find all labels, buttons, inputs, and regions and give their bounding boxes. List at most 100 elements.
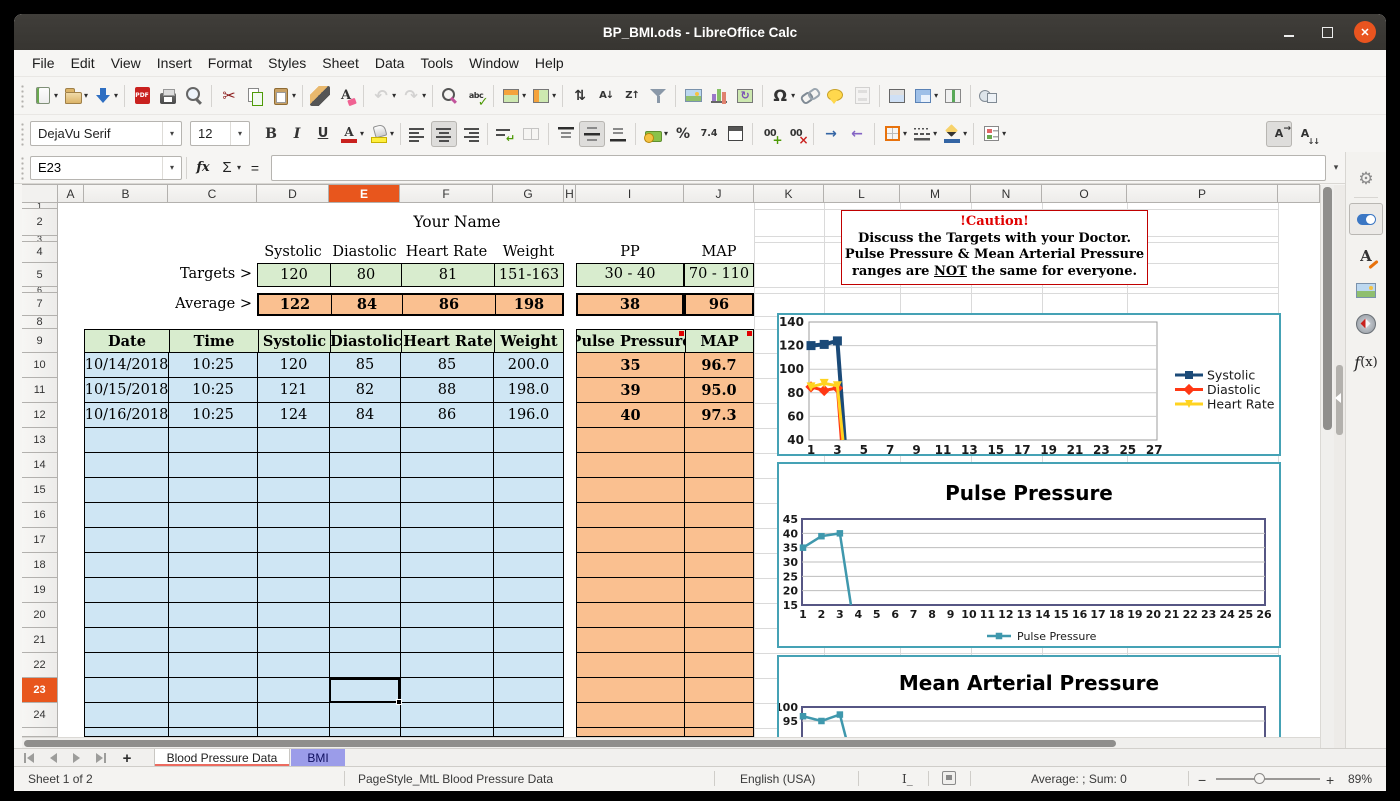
cell-C14[interactable] [169, 453, 258, 477]
cell-D9[interactable]: Systolic [258, 330, 330, 352]
row-header-11[interactable]: 11 [22, 378, 58, 403]
row-header-10[interactable]: 10 [22, 353, 58, 378]
cell-F13[interactable] [401, 428, 494, 452]
row-header-19[interactable]: 19 [22, 578, 58, 603]
cell-C21[interactable] [169, 628, 258, 652]
cell-E18[interactable] [330, 553, 401, 577]
dropdown-arrow[interactable]: ▾ [552, 91, 556, 100]
cell-E17[interactable] [330, 528, 401, 552]
cell-D16[interactable] [258, 503, 330, 527]
sidebar-properties-icon[interactable] [1349, 203, 1383, 235]
cell-G9[interactable]: Weight [494, 330, 563, 352]
text-direction-ltr-button[interactable]: A [1266, 121, 1292, 147]
cell-C22[interactable] [169, 653, 258, 677]
cell-D14[interactable] [258, 453, 330, 477]
sort-ascending-button[interactable]: A↓ [593, 83, 619, 109]
next-sheet-button[interactable] [68, 751, 86, 765]
dropdown-arrow[interactable]: ▾ [934, 91, 938, 100]
special-character-button[interactable]: Ω [767, 83, 793, 109]
cell-B22[interactable] [85, 653, 169, 677]
cell-B24[interactable] [85, 703, 169, 727]
cell-G17[interactable] [494, 528, 563, 552]
cell-B23[interactable] [85, 678, 169, 702]
column-header-O[interactable]: O [1042, 185, 1127, 203]
sort-button[interactable]: ⇅ [567, 83, 593, 109]
cell-I23[interactable] [577, 678, 685, 702]
cell-G25[interactable] [494, 728, 563, 736]
toolbar-grip[interactable] [20, 156, 25, 180]
cell-B18[interactable] [85, 553, 169, 577]
cell-J14[interactable] [685, 453, 753, 477]
cell-F24[interactable] [401, 703, 494, 727]
zoom-slider-handle[interactable] [1254, 773, 1265, 784]
cell-G12[interactable]: 196.0 [494, 403, 563, 427]
sidebar-gallery-icon[interactable] [1350, 277, 1382, 303]
menu-data[interactable]: Data [367, 52, 413, 74]
cell-C19[interactable] [169, 578, 258, 602]
cell-I13[interactable] [577, 428, 685, 452]
menu-styles[interactable]: Styles [260, 52, 314, 74]
row-header-16[interactable]: 16 [22, 503, 58, 528]
sidebar-functions-icon[interactable]: f(x) [1350, 349, 1382, 375]
add-decimal-button[interactable]: 00 [757, 121, 783, 147]
dropdown-arrow[interactable]: ▾ [791, 91, 795, 100]
cell-J20[interactable] [685, 603, 753, 627]
column-header-I[interactable]: I [576, 185, 684, 203]
wrap-text-button[interactable] [492, 121, 518, 147]
cell-B15[interactable] [85, 478, 169, 502]
draw-functions-button[interactable] [975, 83, 1001, 109]
clear-formatting-button[interactable]: A [333, 83, 359, 109]
cell-D13[interactable] [258, 428, 330, 452]
row-header-9[interactable]: 9 [22, 329, 58, 353]
cell-J16[interactable] [685, 503, 753, 527]
formula-icon[interactable]: = [243, 156, 267, 180]
column-header-C[interactable]: C [168, 185, 257, 203]
cell-G19[interactable] [494, 578, 563, 602]
insert-chart-button[interactable] [706, 83, 732, 109]
cell-E4[interactable]: Diastolic [329, 242, 400, 263]
row-header-17[interactable]: 17 [22, 528, 58, 553]
underline-button[interactable]: U [310, 121, 336, 147]
column-header-P[interactable]: P [1127, 185, 1278, 203]
cell-E25[interactable] [330, 728, 401, 736]
cell-D7[interactable]: 122 [259, 295, 331, 314]
increase-indent-button[interactable]: → [818, 121, 844, 147]
highlight-color-button[interactable] [366, 121, 392, 147]
split-window-button[interactable] [940, 83, 966, 109]
insert-hyperlink-button[interactable] [797, 83, 823, 109]
cell-J15[interactable] [685, 478, 753, 502]
function-wizard-icon[interactable]: fx [191, 156, 215, 180]
align-center-button[interactable] [431, 121, 457, 147]
align-left-button[interactable] [405, 121, 431, 147]
cell-I15[interactable] [577, 478, 685, 502]
cell-I20[interactable] [577, 603, 685, 627]
tab-bmi[interactable]: BMI [291, 749, 345, 767]
cell-D24[interactable] [258, 703, 330, 727]
zoom-out-button[interactable]: − [1198, 772, 1206, 788]
cell-E12[interactable]: 84 [330, 403, 401, 427]
insert-mode-icon[interactable]: I_ [902, 772, 913, 786]
table-body[interactable]: 10/14/201810:251208585200.010/15/201810:… [84, 353, 564, 737]
dropdown-arrow[interactable]: ▾ [54, 91, 58, 100]
sidebar-navigator-icon[interactable] [1350, 311, 1382, 337]
sidebar-splitter[interactable] [1334, 185, 1345, 748]
border-color-button[interactable] [939, 121, 965, 147]
cell-area[interactable]: !Caution! Discuss the Targets with your … [58, 203, 1320, 737]
cell-I22[interactable] [577, 653, 685, 677]
cell-I9[interactable]: Pulse Pressure [577, 330, 685, 352]
cell-J17[interactable] [685, 528, 753, 552]
cell-F18[interactable] [401, 553, 494, 577]
cell-F12[interactable]: 86 [401, 403, 494, 427]
cell-G13[interactable] [494, 428, 563, 452]
cell-I19[interactable] [577, 578, 685, 602]
name-box[interactable]: E23 ▾ [30, 156, 182, 180]
expand-formula-bar-icon[interactable]: ▾ [1326, 162, 1346, 173]
cell-B17[interactable] [85, 528, 169, 552]
cell-J9[interactable]: MAP [685, 330, 753, 352]
sort-descending-button[interactable]: Z↑ [619, 83, 645, 109]
cell-C7[interactable]: Average > [118, 293, 257, 316]
cell-J13[interactable] [685, 428, 753, 452]
cell-D22[interactable] [258, 653, 330, 677]
cell-E9[interactable]: Diastolic [330, 330, 401, 352]
cell-E16[interactable] [330, 503, 401, 527]
